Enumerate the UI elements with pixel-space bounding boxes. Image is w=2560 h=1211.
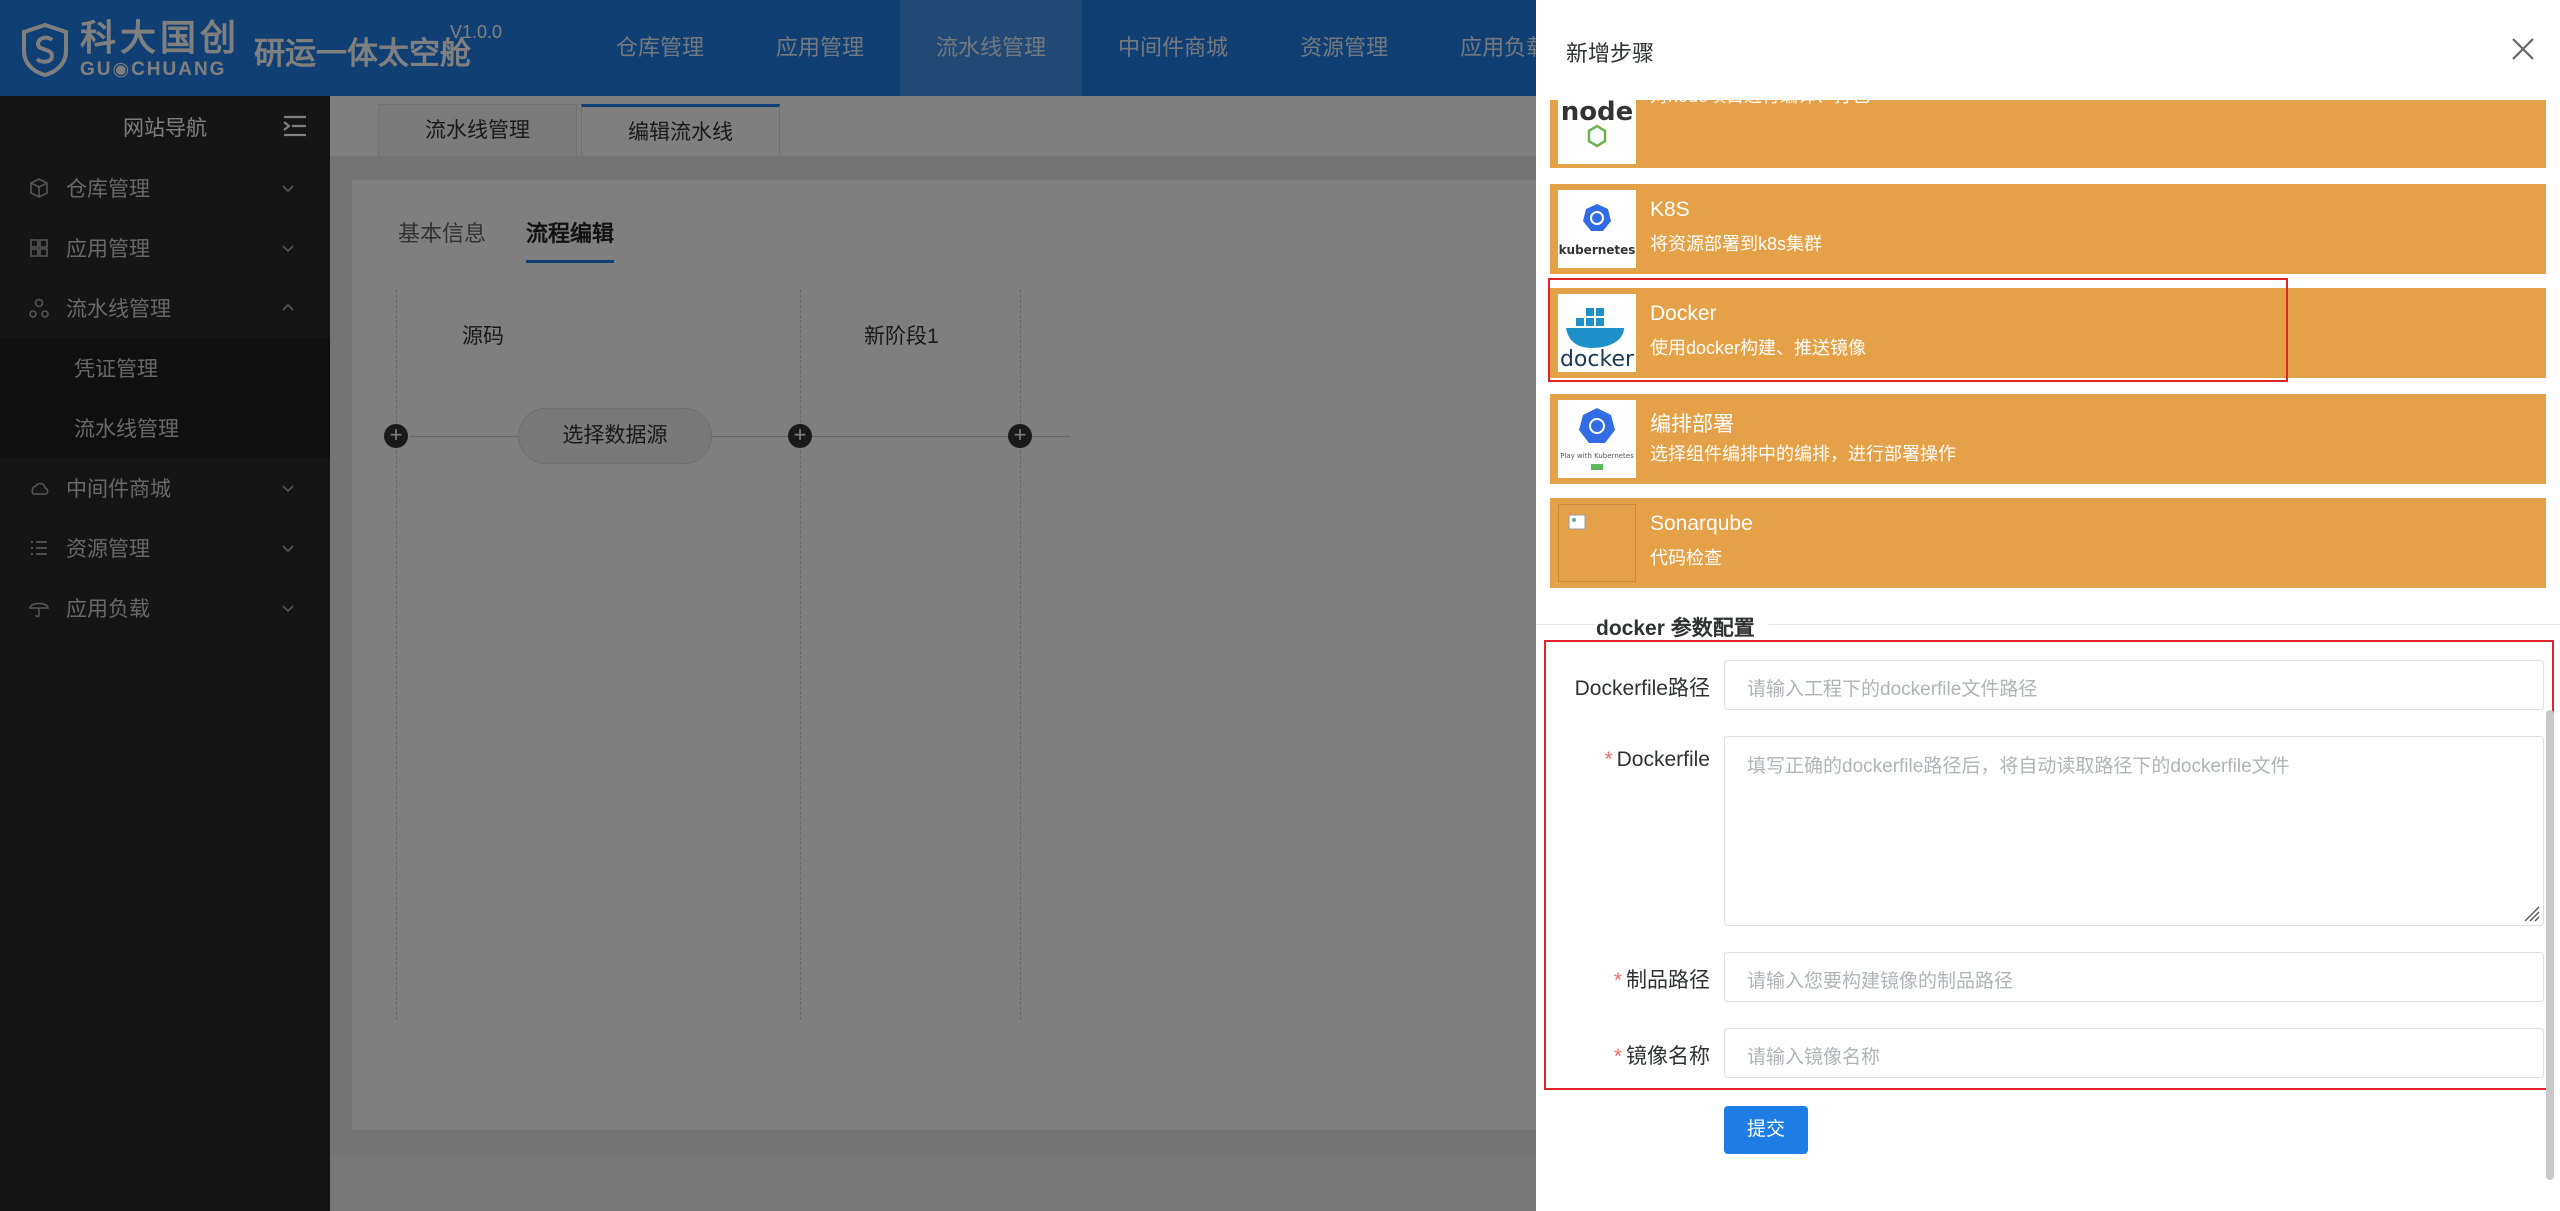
placeholder: 请输入您要构建镜像的制品路径 bbox=[1747, 971, 2014, 992]
image-name-input[interactable]: 请输入镜像名称 bbox=[1724, 1028, 2544, 1078]
step-item-sonarqube[interactable]: Sonarqube 代码检查 bbox=[1550, 498, 2546, 588]
pwk-logo-text: Play with Kubernetes bbox=[1560, 452, 1634, 460]
step-item-k8s[interactable]: kubernetes K8S 将资源部署到k8s集群 bbox=[1550, 184, 2546, 274]
step-desc: 选择组件编排中的编排，进行部署操作 bbox=[1650, 444, 1956, 464]
dockerfile-textarea[interactable]: 填写正确的dockerfile路径后，将自动读取路径下的dockerfile文件 bbox=[1724, 736, 2544, 926]
dockerfile-label: * Dockerfile bbox=[1546, 748, 1710, 772]
dockerfile-path-input[interactable]: 请输入工程下的dockerfile文件路径 bbox=[1724, 660, 2544, 710]
play-with-kubernetes-icon: Play with Kubernetes bbox=[1558, 400, 1636, 478]
step-desc: 将资源部署到k8s集群 bbox=[1650, 234, 1823, 254]
add-step-drawer: 新增步骤 node 对node项目进行编译、打包 bbox=[1536, 0, 2560, 1211]
broken-image-icon bbox=[1558, 504, 1636, 582]
artifact-path-label: * 制品路径 bbox=[1546, 964, 1710, 994]
artifact-path-input[interactable]: 请输入您要构建镜像的制品路径 bbox=[1724, 952, 2544, 1002]
label-text: 制品路径 bbox=[1626, 969, 1710, 992]
image-name-label: * 镜像名称 bbox=[1546, 1040, 1710, 1070]
placeholder: 填写正确的dockerfile路径后，将自动读取路径下的dockerfile文件 bbox=[1747, 756, 2290, 777]
placeholder: 请输入工程下的dockerfile文件路径 bbox=[1747, 679, 2038, 700]
close-icon[interactable] bbox=[2510, 36, 2536, 62]
drawer-title: 新增步骤 bbox=[1566, 41, 1655, 66]
resize-handle-icon[interactable] bbox=[2521, 903, 2541, 923]
label-text: Dockerfile路径 bbox=[1574, 677, 1710, 700]
k8s-logo-text: kubernetes bbox=[1559, 243, 1636, 257]
dockerfile-path-label: Dockerfile路径 bbox=[1546, 672, 1710, 702]
step-item-orchestration[interactable]: Play with Kubernetes 编排部署 选择组件编排中的编排，进行部… bbox=[1550, 394, 2546, 484]
placeholder: 请输入镜像名称 bbox=[1747, 1047, 1881, 1068]
node-logo-text: node bbox=[1561, 100, 1634, 127]
step-name: 编排部署 bbox=[1650, 413, 1734, 436]
kubernetes-logo-icon: kubernetes bbox=[1558, 190, 1636, 268]
label-text: 镜像名称 bbox=[1626, 1045, 1710, 1068]
step-desc: 代码检查 bbox=[1650, 548, 1722, 568]
docker-highlight-box bbox=[1548, 278, 2288, 382]
submit-button[interactable]: 提交 bbox=[1724, 1106, 1808, 1154]
drawer-body: node 对node项目进行编译、打包 kubernetes K8S 将资源部署… bbox=[1536, 100, 2560, 1211]
required-mark: * bbox=[1613, 1045, 1622, 1068]
step-name: Sonarqube bbox=[1650, 512, 1753, 535]
step-name: K8S bbox=[1650, 198, 1690, 221]
step-item-node[interactable]: node 对node项目进行编译、打包 bbox=[1550, 100, 2546, 168]
step-desc: 对node项目进行编译、打包 bbox=[1650, 100, 1870, 108]
drawer-scrollbar[interactable] bbox=[2546, 710, 2554, 1180]
section-title: docker 参数配置 bbox=[1596, 612, 1769, 642]
node-logo-icon: node bbox=[1558, 100, 1636, 164]
required-mark: * bbox=[1604, 748, 1613, 771]
required-mark: * bbox=[1613, 969, 1622, 992]
label-text: Dockerfile bbox=[1616, 748, 1710, 771]
